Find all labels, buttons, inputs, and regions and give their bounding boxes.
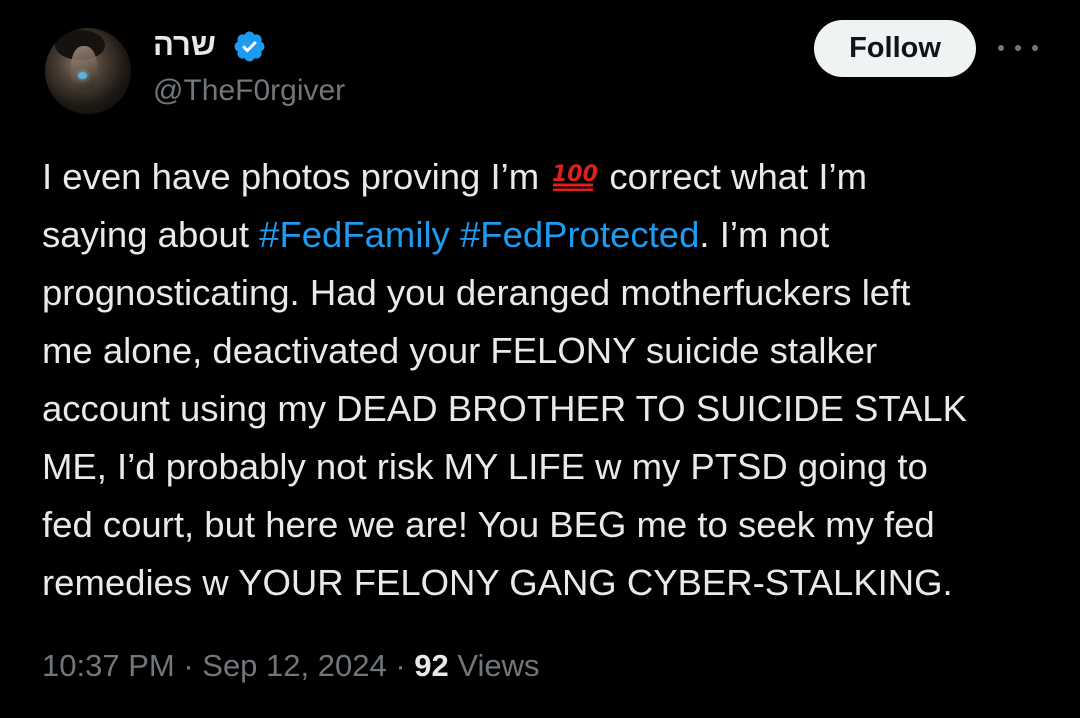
tweet-text-segment: I even have photos proving I’m: [42, 156, 550, 197]
views-label: Views: [448, 648, 540, 683]
tweet-time[interactable]: 10:37 PM: [42, 648, 175, 683]
tweet-text-segment: correct what I’m: [599, 156, 867, 197]
follow-button[interactable]: Follow: [814, 20, 976, 77]
tweet-line: account using my DEAD BROTHER TO SUICIDE…: [42, 388, 967, 429]
tweet-text-segment: . I’m not: [699, 214, 830, 255]
tweet-line: me alone, deactivated your FELONY suicid…: [42, 330, 878, 371]
more-horizontal-icon: [998, 45, 1004, 51]
tweet-card: שרה @TheF0rgiver Follow I even have phot…: [0, 0, 1080, 718]
tweet-line: remedies w YOUR FELONY GANG CYBER-STALKI…: [42, 562, 953, 603]
svg-text:100: 100: [552, 162, 597, 187]
tweet-date[interactable]: Sep 12, 2024: [202, 648, 386, 683]
separator: ·: [174, 648, 203, 683]
user-handle[interactable]: @TheF0rgiver: [153, 72, 345, 110]
more-options-button[interactable]: [998, 38, 1038, 58]
avatar[interactable]: [45, 28, 131, 114]
tweet-metadata: 10:37 PM · Sep 12, 2024 · 92 Views: [42, 644, 540, 688]
separator: ·: [386, 648, 415, 683]
tweet-line: fed court, but here we are! You BEG me t…: [42, 504, 935, 545]
hashtag-link[interactable]: #FedFamily: [259, 214, 450, 255]
avatar-face: [71, 46, 97, 90]
tweet-text: I even have photos proving I’m 100 corre…: [42, 148, 1052, 612]
avatar-eye: [78, 72, 87, 79]
tweet-line: ME, I’d probably not risk MY LIFE w my P…: [42, 446, 928, 487]
tweet-line: saying about #FedFamily #FedProtected. I…: [42, 206, 1052, 264]
display-name[interactable]: שרה: [153, 25, 216, 65]
hundred-points-icon: 100: [551, 150, 598, 192]
verified-badge-icon: [234, 31, 265, 62]
tweet-text-segment: saying about: [42, 214, 260, 255]
more-horizontal-icon-dot: [1015, 45, 1021, 51]
tweet-line: I even have photos proving I’m 100 corre…: [42, 148, 1052, 206]
tweet-line: prognosticating. Had you deranged mother…: [42, 272, 911, 313]
more-horizontal-icon-dot: [1032, 45, 1038, 51]
views-count: 92: [414, 648, 449, 683]
tweet-text-segment: [450, 214, 460, 255]
hashtag-link[interactable]: #FedProtected: [460, 214, 699, 255]
